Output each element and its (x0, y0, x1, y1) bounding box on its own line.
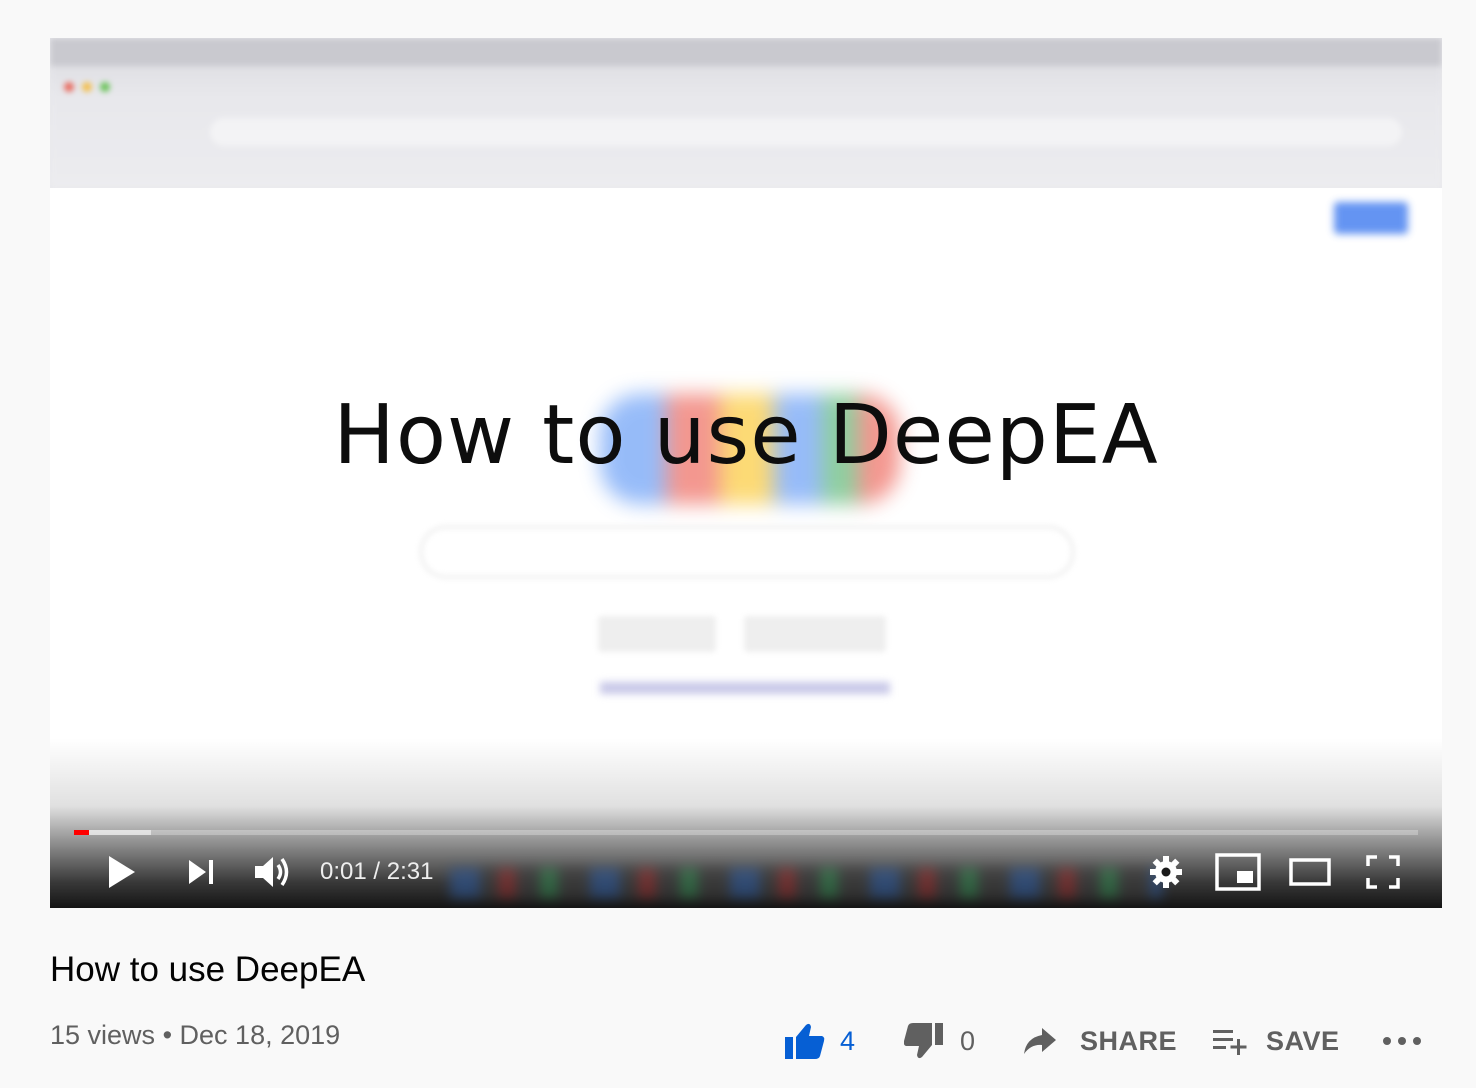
save-button[interactable]: SAVE (1212, 1018, 1340, 1064)
more-actions-button[interactable] (1380, 1018, 1424, 1064)
volume-button[interactable] (250, 850, 296, 894)
settings-button[interactable] (1144, 850, 1188, 894)
video-meta: 15 views • Dec 18, 2019 (50, 1020, 340, 1051)
video-title: How to use DeepEA (50, 950, 366, 989)
progress-played (74, 830, 89, 835)
dislike-count: 0 (960, 1025, 976, 1056)
next-button[interactable] (180, 850, 224, 894)
theater-mode-icon (1289, 858, 1331, 886)
play-button[interactable] (100, 850, 144, 894)
video-overlay-title: How to use DeepEA (333, 388, 1159, 483)
time-separator: / (373, 858, 381, 885)
time-total: 2:31 (386, 858, 434, 885)
save-label: SAVE (1266, 1025, 1340, 1056)
volume-icon (255, 857, 289, 887)
gear-icon (1150, 856, 1182, 888)
thumbs-down-icon (904, 1023, 943, 1059)
skip-next-icon (189, 860, 213, 884)
more-horizontal-icon (1383, 1037, 1421, 1045)
progress-bar[interactable] (74, 830, 1418, 835)
share-label: SHARE (1080, 1025, 1178, 1056)
fullscreen-icon (1366, 855, 1400, 889)
miniplayer-button[interactable] (1214, 850, 1262, 894)
time-current: 0:01 (320, 858, 367, 885)
meta-bullet: • (162, 1020, 173, 1050)
publish-date: Dec 18, 2019 (179, 1020, 341, 1050)
miniplayer-icon (1215, 853, 1261, 891)
dislike-button[interactable]: 0 (904, 1018, 975, 1064)
like-button[interactable]: 4 (784, 1018, 855, 1064)
fullscreen-button[interactable] (1360, 850, 1406, 894)
time-display: 0:01 / 2:31 (320, 858, 433, 886)
blurred-browser-chrome (50, 38, 1442, 188)
playlist-add-icon (1213, 1030, 1247, 1055)
share-icon (1024, 1028, 1056, 1054)
theater-mode-button[interactable] (1286, 850, 1334, 894)
view-count: 15 views (50, 1020, 156, 1050)
share-button[interactable]: SHARE (1022, 1018, 1177, 1064)
video-player[interactable]: How to use DeepEA 0:01 / 2:31 (50, 38, 1442, 908)
like-count: 4 (840, 1025, 856, 1056)
thumbs-up-icon (785, 1023, 825, 1059)
play-icon (109, 856, 135, 888)
